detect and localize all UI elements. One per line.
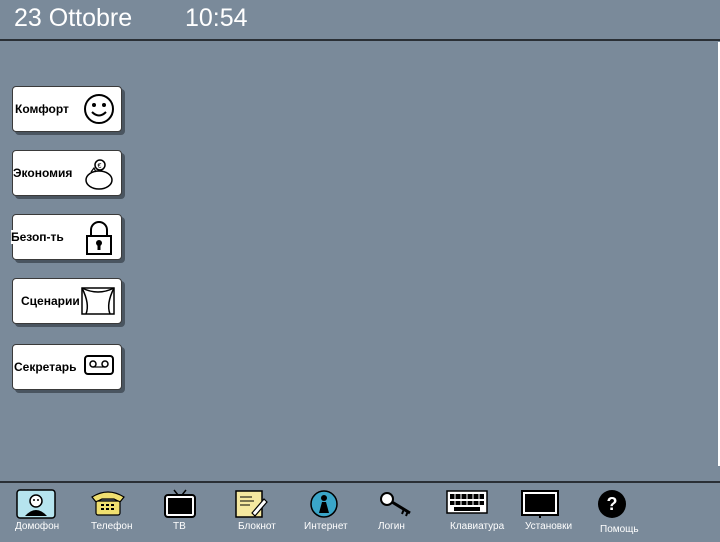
login-label: Логин (378, 521, 405, 532)
settings-button[interactable]: Установки (518, 483, 588, 541)
scenarios-label: Сценарии (21, 294, 80, 308)
bottom-dock: Домофон Телефон ТВ Блокнот Интернет Логи… (0, 481, 720, 542)
smiley-icon (84, 94, 114, 124)
notepad-label: Блокнот (238, 521, 276, 532)
economy-label: Экономия (13, 166, 73, 180)
keyboard-label: Клавиатура (450, 521, 505, 532)
monitor-settings-icon (521, 490, 559, 518)
help-label: Помощь (600, 524, 639, 535)
svg-text:?: ? (607, 494, 618, 514)
intercom-label: Домофон (15, 521, 60, 532)
theater-curtain-icon (81, 287, 115, 315)
cassette-icon (84, 355, 114, 375)
key-icon (380, 492, 411, 517)
internet-label: Интернет (304, 521, 348, 532)
security-label: Безоп-ть (11, 230, 64, 244)
top-bar: 23 Ottobre 10:54 (0, 0, 720, 41)
help-button[interactable]: ? Помощь (592, 483, 662, 541)
tv-icon (164, 489, 196, 518)
economy-button[interactable]: Экономия € (12, 150, 122, 196)
notepad-button[interactable]: Блокнот (224, 483, 294, 541)
date-display: 23 Ottobre (14, 4, 133, 32)
keyboard-button[interactable]: Клавиатура (444, 483, 514, 541)
telephone-button[interactable]: Телефон (78, 483, 148, 541)
comfort-button[interactable]: Комфорт (12, 86, 122, 132)
secretary-label: Секретарь (14, 360, 77, 374)
keyboard-icon (446, 490, 488, 514)
comfort-label: Комфорт (15, 102, 69, 116)
security-button[interactable]: Безоп-ть (11, 214, 122, 260)
internet-globe-icon (310, 490, 338, 518)
intercom-button[interactable]: Домофон (0, 483, 70, 541)
login-button[interactable]: Логин (370, 483, 440, 541)
piggy-bank-icon: € (85, 159, 113, 190)
svg-text:€: € (98, 163, 102, 170)
settings-label: Установки (525, 521, 573, 532)
intercom-person-icon (16, 489, 56, 519)
secretary-button[interactable]: Секретарь (12, 344, 122, 390)
tv-label: ТВ (173, 521, 186, 532)
telephone-label: Телефон (91, 521, 133, 532)
scenarios-button[interactable]: Сценарии (12, 278, 122, 324)
help-question-icon: ? (598, 490, 626, 518)
clock-time: 10:54 (185, 4, 248, 32)
telephone-icon (91, 491, 125, 516)
padlock-icon (86, 221, 112, 255)
internet-button[interactable]: Интернет (296, 483, 366, 541)
notepad-pencil-icon (235, 490, 268, 518)
tv-button[interactable]: ТВ (150, 483, 220, 541)
